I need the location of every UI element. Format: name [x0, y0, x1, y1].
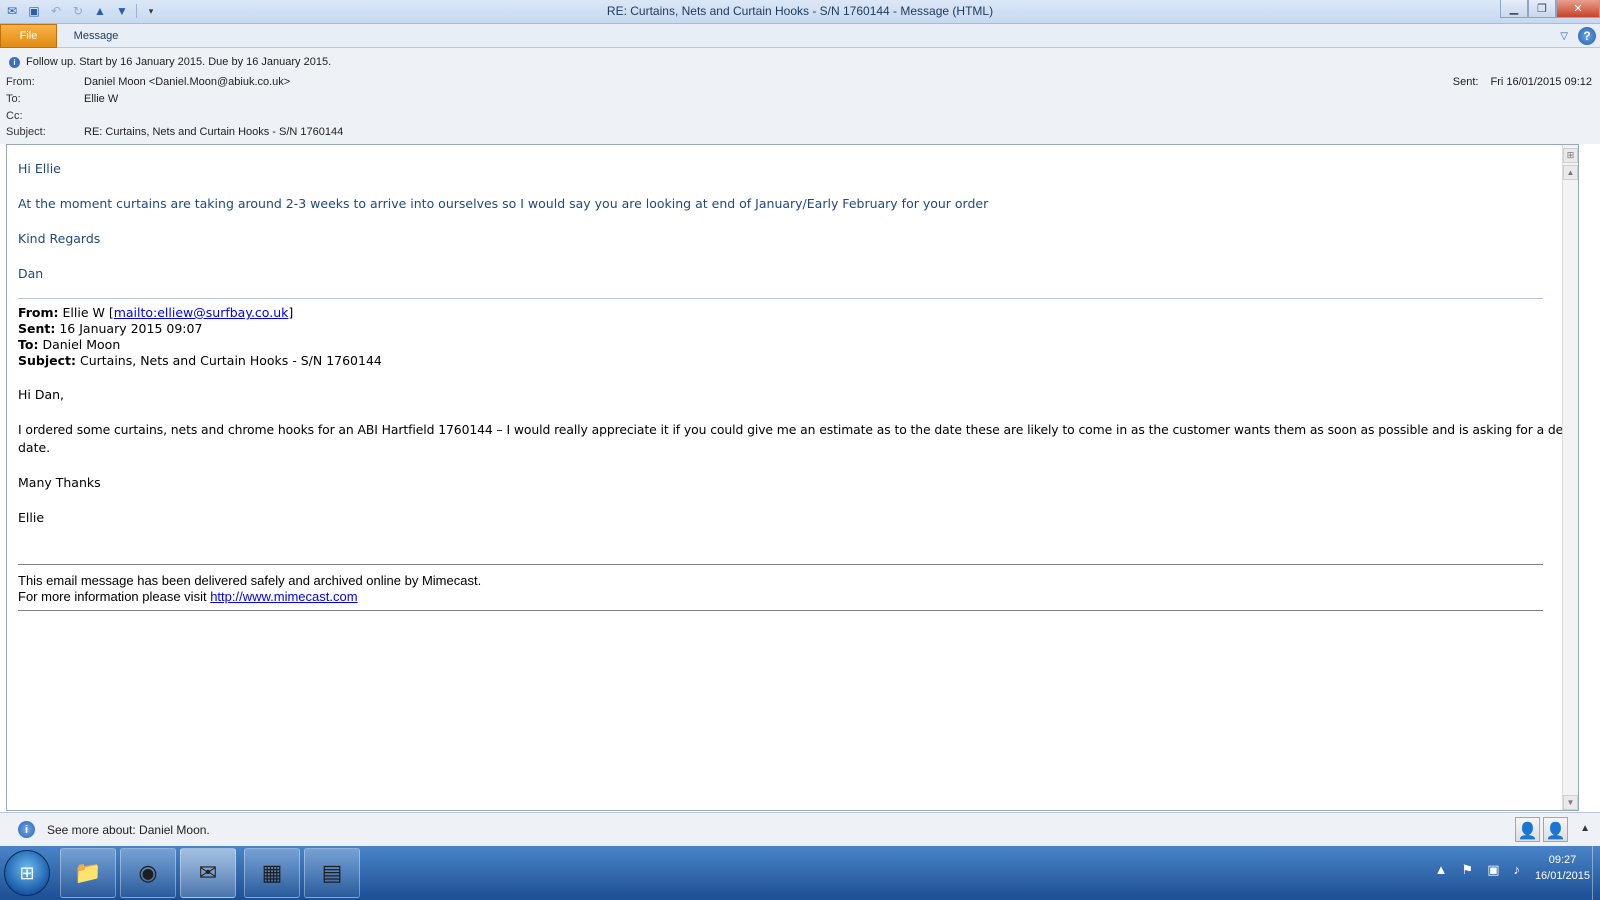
close-button[interactable]: ✕ — [1556, 0, 1600, 18]
sent-row: Sent: Fri 16/01/2015 09:12 — [1453, 76, 1592, 88]
to-row: To: Ellie W — [6, 93, 118, 105]
quoted-body-line1: I ordered some curtains, nets and chrome… — [18, 422, 1579, 437]
quoted-from: From: Ellie W [mailto:elliew@surfbay.co.… — [18, 305, 293, 320]
expand-people-pane-icon[interactable]: ▲ — [1580, 823, 1590, 834]
quoted-closing: Many Thanks — [18, 475, 101, 490]
window-title: RE: Curtains, Nets and Curtain Hooks - S… — [606, 4, 994, 18]
show-hidden-icons-icon[interactable]: ▲ — [1435, 862, 1448, 878]
clock-time: 09:27 — [1548, 854, 1577, 866]
vertical-scrollbar[interactable]: ⊞ ▲ ▼ — [1562, 145, 1578, 810]
quoted-sent-label: Sent: — [18, 321, 56, 336]
people-pane: i See more about: Daniel Moon. 👤 👤 ▲ — [0, 812, 1600, 846]
ribbon-tabs: File Message ▽ ? — [0, 24, 1600, 48]
windows-explorer-icon[interactable]: 📁 — [60, 848, 116, 898]
taskbar: ⊞ 📁 ◉ ✉ ▦ ▤ ▲ ⚑ ▣ ♪ 09:27 16/01/2015 — [0, 846, 1600, 900]
mimecast-top-rule — [18, 564, 1543, 565]
zoom-icon[interactable]: ⊞ — [1563, 148, 1578, 163]
tab-message[interactable]: Message — [62, 24, 130, 48]
minimize-button[interactable]: ▁ — [1500, 0, 1528, 18]
quote-divider — [18, 298, 1543, 299]
system-clock[interactable]: 09:27 16/01/2015 — [1535, 852, 1590, 884]
system-tray: ▲ ⚑ ▣ ♪ — [1435, 862, 1520, 878]
calendar-app-icon[interactable]: ▦ — [244, 848, 300, 898]
subject-label: Subject: — [6, 126, 46, 138]
quoted-body-line2: date. — [18, 440, 51, 455]
quoted-greeting: Hi Dan, — [18, 387, 65, 402]
to-label: To: — [6, 93, 21, 105]
clock-date: 16/01/2015 — [1534, 870, 1590, 882]
tab-file[interactable]: File — [0, 24, 57, 48]
message-header: i Follow up. Start by 16 January 2015. D… — [0, 48, 1600, 144]
to-value[interactable]: Ellie W — [84, 93, 118, 105]
quoted-subject: Subject: Curtains, Nets and Curtain Hook… — [18, 353, 382, 368]
quoted-sent: Sent: 16 January 2015 09:07 — [18, 321, 202, 336]
quoted-signature: Ellie — [18, 510, 45, 525]
action-center-flag-icon[interactable]: ⚑ — [1462, 862, 1474, 878]
people-pane-info[interactable]: i See more about: Daniel Moon. — [18, 821, 210, 838]
info-icon: i — [18, 821, 35, 838]
help-icon[interactable]: ? — [1578, 27, 1596, 45]
volume-icon[interactable]: ♪ — [1514, 862, 1521, 878]
message-body[interactable]: Hi Ellie At the moment curtains are taki… — [6, 144, 1579, 811]
title-bar: ✉ ▣ ↶ ↻ ▲ ▼ ▾ RE: Curtains, Nets and Cur… — [0, 0, 1600, 24]
quoted-from-name: Ellie W [ — [62, 305, 114, 320]
ribbon-right-controls: ▽ ? — [1560, 27, 1596, 45]
scroll-up-arrow[interactable]: ▲ — [1563, 165, 1578, 180]
avatar[interactable]: 👤 — [1515, 817, 1540, 842]
sent-label: Sent: — [1452, 76, 1479, 88]
people-avatars: 👤 👤 — [1515, 817, 1568, 842]
show-desktop-button[interactable] — [1592, 846, 1600, 900]
quoted-sent-value: 16 January 2015 09:07 — [59, 321, 203, 336]
pdf-app-icon[interactable]: ▤ — [304, 848, 360, 898]
quoted-to-value: Daniel Moon — [42, 337, 121, 352]
mimecast-link[interactable]: http://www.mimecast.com — [210, 589, 357, 604]
maximize-button[interactable]: ❐ — [1528, 0, 1556, 18]
people-pane-text: See more about: Daniel Moon. — [47, 822, 210, 837]
from-row: From: Daniel Moon <Daniel.Moon@abiuk.co.u… — [6, 76, 290, 88]
subject-row: Subject: RE: Curtains, Nets and Curtain H… — [6, 126, 343, 138]
start-button[interactable]: ⊞ — [4, 850, 50, 896]
collapse-ribbon-icon[interactable]: ▽ — [1560, 31, 1568, 42]
quoted-from-label: From: — [18, 305, 59, 320]
reply-signature: Dan — [18, 266, 44, 281]
mimecast-bottom-rule — [18, 610, 1543, 611]
chrome-icon[interactable]: ◉ — [120, 848, 176, 898]
mimecast-line2-prefix: For more information please visit — [18, 589, 211, 604]
window-controls: ▁ ❐ ✕ — [1500, 0, 1600, 18]
avatar[interactable]: 👤 — [1543, 817, 1568, 842]
mimecast-line1: This email message has been delivered sa… — [18, 573, 482, 588]
cc-label: Cc: — [6, 110, 23, 122]
reply-closing: Kind Regards — [18, 231, 101, 246]
follow-up-text: Follow up. Start by 16 January 2015. Due… — [26, 56, 332, 68]
scroll-down-arrow[interactable]: ▼ — [1563, 795, 1578, 810]
quoted-from-end: ] — [288, 305, 294, 320]
from-label: From: — [6, 76, 35, 88]
quoted-subject-value: Curtains, Nets and Curtain Hooks - S/N 1… — [79, 353, 382, 368]
sent-value: Fri 16/01/2015 09:12 — [1490, 76, 1592, 88]
subject-value: RE: Curtains, Nets and Curtain Hooks - S… — [84, 126, 344, 138]
info-icon: i — [9, 56, 20, 68]
mimecast-line2: For more information please visit http:/… — [18, 589, 358, 604]
quoted-from-mailto-link[interactable]: mailto:elliew@surfbay.co.uk — [114, 305, 289, 320]
quoted-subject-label: Subject: — [18, 353, 76, 368]
outlook-icon[interactable]: ✉ — [180, 848, 236, 898]
follow-up-infobar[interactable]: i Follow up. Start by 16 January 2015. D… — [9, 56, 331, 68]
quoted-to: To: Daniel Moon — [18, 337, 120, 352]
reply-body: At the moment curtains are taking around… — [18, 196, 989, 211]
network-icon[interactable]: ▣ — [1487, 862, 1499, 878]
cc-row: Cc: — [6, 110, 84, 122]
from-value[interactable]: Daniel Moon <Daniel.Moon@abiuk.co.uk> — [84, 76, 290, 88]
reply-greeting: Hi Ellie — [18, 161, 61, 176]
quoted-to-label: To: — [18, 337, 39, 352]
